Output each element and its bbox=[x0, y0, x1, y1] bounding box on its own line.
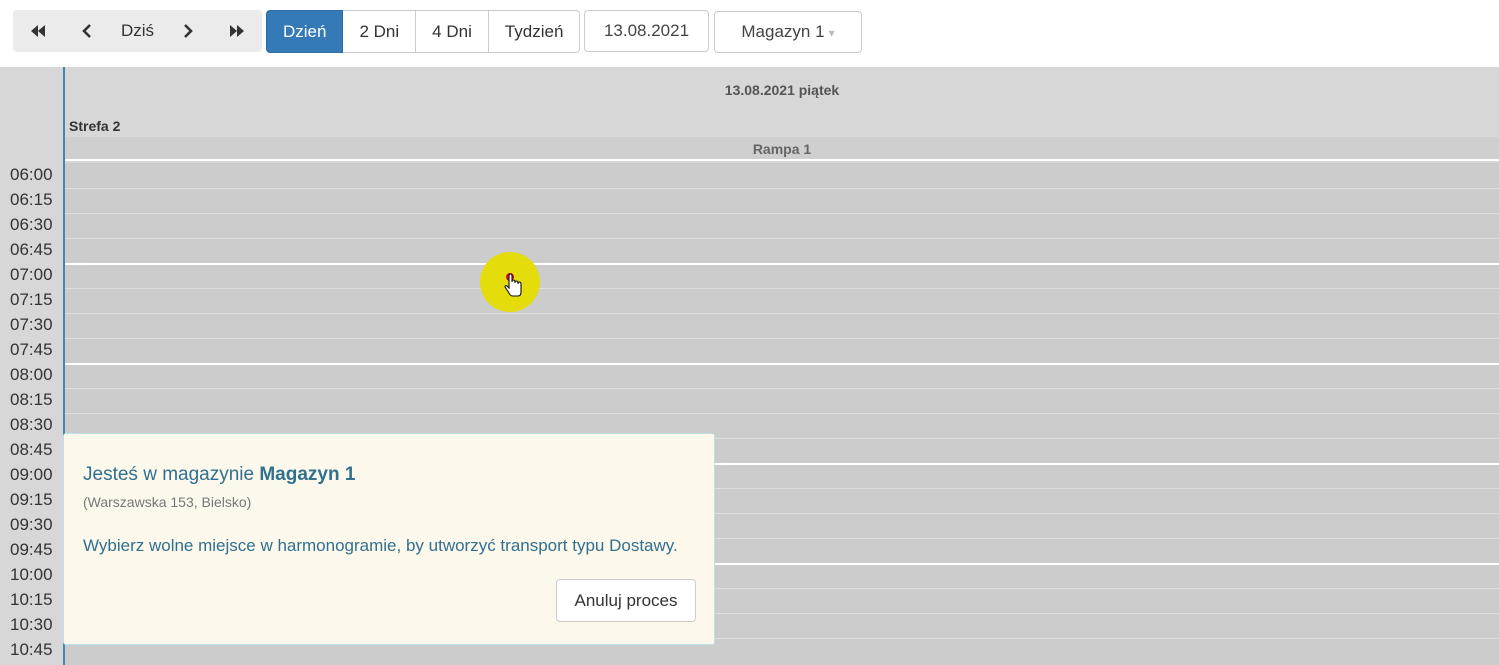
ramp-header: Rampa 1 bbox=[65, 137, 1499, 161]
time-label: 10:00 bbox=[10, 565, 53, 584]
slot-divider bbox=[65, 288, 1499, 289]
chevron-right-icon bbox=[184, 24, 194, 38]
slot-divider bbox=[65, 213, 1499, 214]
date-picker-field[interactable]: 13.08.2021 bbox=[584, 10, 709, 52]
popover-title-prefix: Jesteś w magazynie bbox=[83, 464, 260, 485]
warehouse-select[interactable]: Magazyn 1 ▾ bbox=[714, 11, 862, 53]
view-day-button[interactable]: Dzień bbox=[266, 10, 344, 53]
slot-divider bbox=[65, 388, 1499, 389]
calendar-toolbar: Dziś Dzień 2 Dni 4 Dni Tydzień 13.08.202… bbox=[0, 0, 1499, 67]
time-label: 08:45 bbox=[10, 440, 53, 459]
time-label: 06:15 bbox=[10, 190, 53, 209]
time-label: 06:00 bbox=[10, 165, 53, 184]
chevron-left-icon bbox=[81, 24, 91, 38]
popover-title: Jesteś w magazynie Magazyn 1 bbox=[83, 464, 355, 486]
time-label: 07:15 bbox=[10, 290, 53, 309]
view-2-days-button[interactable]: 2 Dni bbox=[343, 10, 417, 53]
caret-down-icon: ▾ bbox=[828, 26, 835, 40]
slot-divider bbox=[65, 313, 1499, 314]
slot-divider bbox=[65, 263, 1499, 265]
time-label: 06:30 bbox=[10, 215, 53, 234]
view-switcher: Dzień 2 Dni 4 Dni Tydzień bbox=[266, 10, 581, 53]
last-page-button[interactable] bbox=[212, 10, 262, 52]
time-label: 09:45 bbox=[10, 540, 53, 559]
double-chevron-right-icon bbox=[230, 25, 245, 37]
slot-divider bbox=[65, 338, 1499, 339]
time-label: 09:00 bbox=[10, 465, 53, 484]
double-chevron-left-icon bbox=[30, 25, 45, 37]
time-label: 08:30 bbox=[10, 415, 53, 434]
time-label: 07:00 bbox=[10, 265, 53, 284]
previous-button[interactable] bbox=[63, 10, 113, 52]
view-4-days-button[interactable]: 4 Dni bbox=[416, 10, 489, 53]
time-label: 09:15 bbox=[10, 490, 53, 509]
day-header: 13.08.2021 piątek Strefa 2 bbox=[65, 67, 1499, 137]
time-label: 08:00 bbox=[10, 365, 53, 384]
time-label: 09:30 bbox=[10, 515, 53, 534]
popover-message: Wybierz wolne miejsce w harmonogramie, b… bbox=[83, 536, 678, 555]
first-page-button[interactable] bbox=[13, 10, 63, 52]
time-label: 10:30 bbox=[10, 615, 53, 634]
slot-divider bbox=[65, 188, 1499, 189]
time-label: 10:45 bbox=[10, 640, 53, 659]
popover-address: (Warszawska 153, Bielsko) bbox=[83, 494, 252, 510]
slot-divider bbox=[65, 413, 1499, 414]
hand-pointer-icon bbox=[504, 273, 522, 297]
ramp-title: Rampa 1 bbox=[752, 141, 812, 157]
time-label: 07:45 bbox=[10, 340, 53, 359]
time-label: 07:30 bbox=[10, 315, 53, 334]
zone-label: Strefa 2 bbox=[69, 118, 121, 134]
view-week-button[interactable]: Tydzień bbox=[488, 10, 581, 53]
date-navigation-group: Dziś bbox=[13, 10, 262, 52]
warehouse-info-popover: Jesteś w magazynie Magazyn 1 (Warszawska… bbox=[63, 433, 715, 645]
cancel-process-button[interactable]: Anuluj proces bbox=[556, 579, 696, 622]
time-label: 06:45 bbox=[10, 240, 53, 259]
next-button[interactable] bbox=[162, 10, 212, 52]
day-title: 13.08.2021 piątek bbox=[724, 82, 840, 98]
slot-divider bbox=[65, 238, 1499, 239]
popover-warehouse-name: Magazyn 1 bbox=[259, 464, 356, 485]
time-label: 10:15 bbox=[10, 590, 53, 609]
today-button[interactable]: Dziś bbox=[113, 10, 163, 52]
time-label: 08:15 bbox=[10, 390, 53, 409]
slot-divider bbox=[65, 363, 1499, 365]
warehouse-select-value: Magazyn 1 bbox=[741, 22, 825, 41]
